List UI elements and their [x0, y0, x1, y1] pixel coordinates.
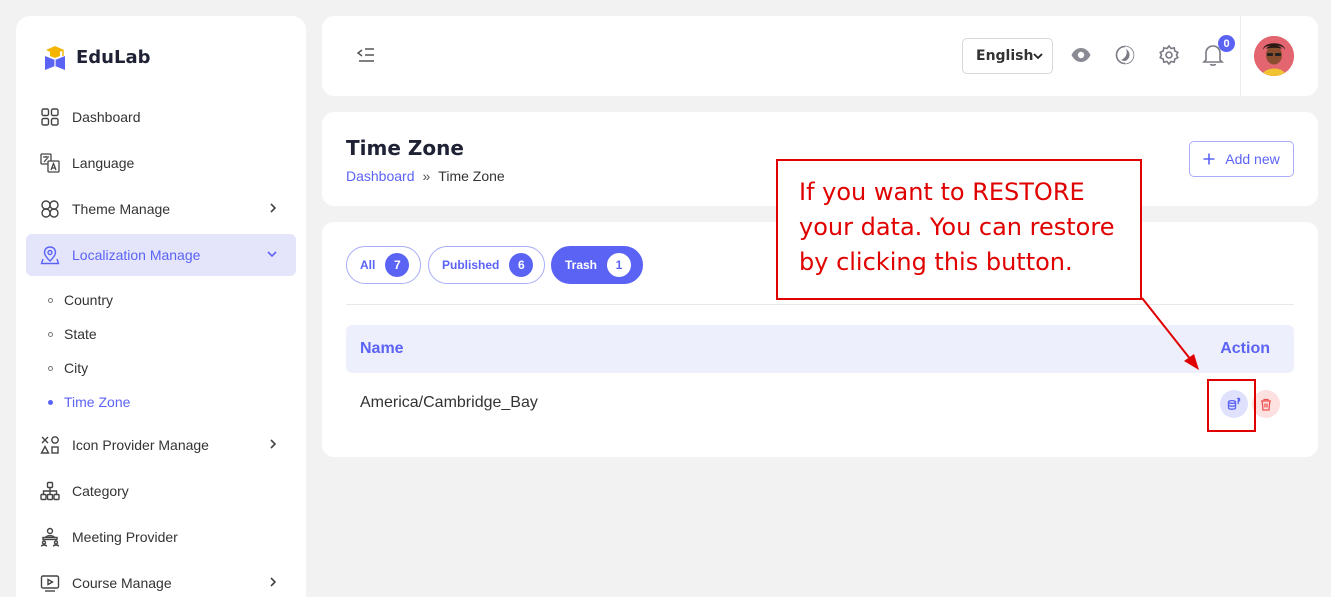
sidebar-item-theme-manage[interactable]: Theme Manage: [26, 188, 296, 230]
language-select-value: English: [976, 48, 1034, 64]
bullet-icon: [48, 365, 53, 371]
sidebar: EduLab Dashboard Language Theme Manage L…: [16, 16, 306, 597]
page-title: Time Zone: [346, 136, 464, 160]
bullet-icon: [48, 399, 53, 405]
breadcrumb-current: Time Zone: [438, 168, 505, 184]
graduation-book-icon: [45, 46, 65, 70]
tab-label: All: [360, 258, 376, 272]
sidebar-subitem-city[interactable]: City: [48, 360, 88, 376]
sidebar-item-label: Dashboard: [72, 109, 141, 125]
sidebar-subitem-label: State: [64, 326, 97, 342]
tab-published[interactable]: Published 6: [428, 246, 546, 284]
tab-all[interactable]: All 7: [346, 246, 422, 284]
grid-icon: [40, 107, 60, 127]
sidebar-item-label: Icon Provider Manage: [72, 437, 209, 453]
sidebar-item-label: Language: [72, 155, 135, 171]
tab-label: Trash: [565, 258, 598, 272]
bullet-icon: [48, 331, 53, 337]
breadcrumb-home-link[interactable]: Dashboard: [346, 168, 415, 184]
map-pin-icon: [40, 245, 60, 265]
bullet-icon: [48, 297, 53, 303]
sidebar-item-course-manage[interactable]: Course Manage: [26, 562, 296, 597]
table-cell-name: America/Cambridge_Bay: [360, 394, 538, 411]
delete-button[interactable]: [1252, 390, 1280, 418]
column-header-action: Action: [1220, 340, 1270, 357]
sidebar-subitem-state[interactable]: State: [48, 326, 97, 342]
chevron-right-icon: [270, 203, 277, 213]
trash-icon: [1261, 398, 1271, 411]
tab-count-badge: 1: [607, 253, 632, 277]
sidebar-item-language[interactable]: Language: [26, 142, 296, 184]
chevron-right-icon: [270, 439, 277, 449]
sidebar-item-label: Localization Manage: [72, 247, 201, 263]
meeting-icon: [40, 527, 60, 547]
sidebar-item-dashboard[interactable]: Dashboard: [26, 96, 296, 138]
theme-toggle-icon[interactable]: [1114, 44, 1136, 66]
sidebar-item-icon-provider-manage[interactable]: Icon Provider Manage: [26, 424, 296, 466]
sidebar-subitem-time-zone[interactable]: Time Zone: [48, 394, 130, 410]
table-header: Name Action: [346, 325, 1294, 373]
shapes-icon: [40, 435, 60, 455]
hierarchy-icon: [40, 481, 60, 501]
notification-count-badge: 0: [1218, 35, 1235, 52]
sidebar-item-category[interactable]: Category: [26, 470, 296, 512]
column-header-name: Name: [360, 340, 404, 357]
avatar[interactable]: [1254, 36, 1294, 76]
language-select[interactable]: English: [962, 38, 1053, 74]
header-divider: [1240, 16, 1241, 96]
annotation-callout: If you want to RESTORE your data. You ca…: [776, 159, 1142, 300]
brand-name: EduLab: [76, 46, 151, 68]
chevron-down-icon: [267, 251, 277, 258]
video-icon: [40, 573, 60, 593]
annotation-highlight-box: [1207, 379, 1256, 432]
breadcrumb: Dashboard » Time Zone: [346, 168, 505, 184]
sidebar-subitem-country[interactable]: Country: [48, 292, 113, 308]
top-header: English 0: [322, 16, 1318, 96]
tab-trash[interactable]: Trash 1: [551, 246, 644, 284]
chevron-right-icon: [270, 577, 277, 587]
tab-label: Published: [442, 258, 500, 272]
sidebar-item-label: Theme Manage: [72, 201, 171, 217]
eye-icon[interactable]: [1070, 44, 1092, 66]
divider: [346, 304, 1294, 305]
sidebar-subitem-label: City: [64, 360, 89, 376]
flower-icon: [40, 199, 60, 219]
sidebar-item-label: Course Manage: [72, 575, 172, 591]
annotation-text: If you want to RESTORE your data. You ca…: [799, 178, 1115, 276]
tab-count-badge: 7: [385, 253, 410, 277]
sidebar-subitem-label: Country: [64, 292, 114, 308]
breadcrumb-separator: »: [422, 168, 431, 184]
add-new-label: Add new: [1225, 151, 1280, 167]
sidebar-subitem-label: Time Zone: [64, 394, 131, 410]
chevron-down-icon: [1033, 53, 1043, 60]
sidebar-item-localization-manage[interactable]: Localization Manage: [26, 234, 296, 276]
sidebar-item-meeting-provider[interactable]: Meeting Provider: [26, 516, 296, 558]
gear-icon[interactable]: [1158, 44, 1180, 66]
sidebar-item-label: Meeting Provider: [72, 529, 178, 545]
sidebar-item-label: Category: [72, 483, 129, 499]
translate-icon: [40, 153, 60, 173]
menu-collapse-icon[interactable]: [356, 46, 376, 69]
add-new-button[interactable]: Add new: [1189, 141, 1294, 177]
brand-logo[interactable]: EduLab: [40, 42, 151, 72]
plus-icon: [1203, 153, 1215, 165]
tab-count-badge: 6: [509, 253, 534, 277]
